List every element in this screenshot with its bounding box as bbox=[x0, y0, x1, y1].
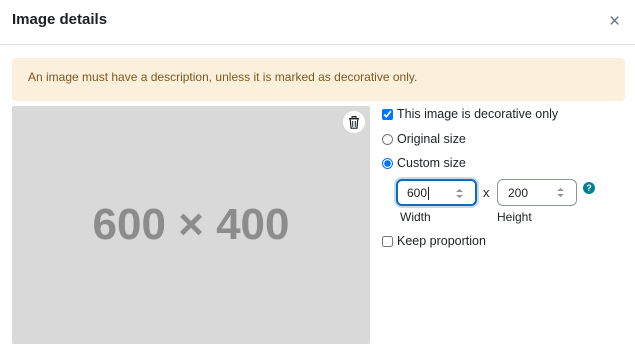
original-size-label: Original size bbox=[397, 132, 466, 146]
decorative-option[interactable]: This image is decorative only bbox=[382, 107, 558, 121]
height-input[interactable]: 200 bbox=[497, 179, 577, 206]
height-spinner-icon[interactable] bbox=[555, 186, 566, 199]
keep-proportion-option[interactable]: Keep proportion bbox=[382, 234, 486, 248]
warning-alert: An image must have a description, unless… bbox=[12, 58, 625, 101]
width-label: Width bbox=[400, 210, 431, 224]
width-input[interactable]: 600 bbox=[396, 179, 477, 206]
modal-header: Image details × bbox=[0, 0, 635, 45]
close-icon[interactable]: × bbox=[609, 12, 620, 31]
custom-size-label: Custom size bbox=[397, 156, 466, 170]
keep-proportion-label: Keep proportion bbox=[397, 234, 486, 248]
alert-text: An image must have a description, unless… bbox=[28, 70, 418, 84]
height-value: 200 bbox=[508, 186, 529, 200]
help-icon[interactable]: ? bbox=[583, 182, 595, 194]
size-separator: x bbox=[483, 185, 490, 200]
original-size-radio[interactable] bbox=[382, 133, 393, 145]
custom-size-radio[interactable] bbox=[382, 157, 393, 169]
modal-title: Image details bbox=[12, 11, 108, 28]
decorative-label: This image is decorative only bbox=[397, 107, 559, 121]
keep-proportion-checkbox[interactable] bbox=[382, 235, 393, 247]
image-placeholder-text: 600 × 400 bbox=[92, 200, 290, 249]
width-value: 600 bbox=[407, 186, 428, 200]
width-spinner-icon[interactable] bbox=[454, 187, 465, 200]
trash-icon bbox=[349, 115, 359, 129]
image-preview: 600 × 400 bbox=[12, 106, 370, 344]
decorative-checkbox[interactable] bbox=[382, 108, 393, 120]
custom-size-option[interactable]: Custom size bbox=[382, 156, 466, 170]
text-caret bbox=[428, 187, 430, 201]
delete-image-button[interactable] bbox=[343, 111, 365, 133]
width-value-wrap: 600 bbox=[407, 186, 430, 201]
height-label: Height bbox=[497, 210, 532, 224]
original-size-option[interactable]: Original size bbox=[382, 132, 466, 146]
